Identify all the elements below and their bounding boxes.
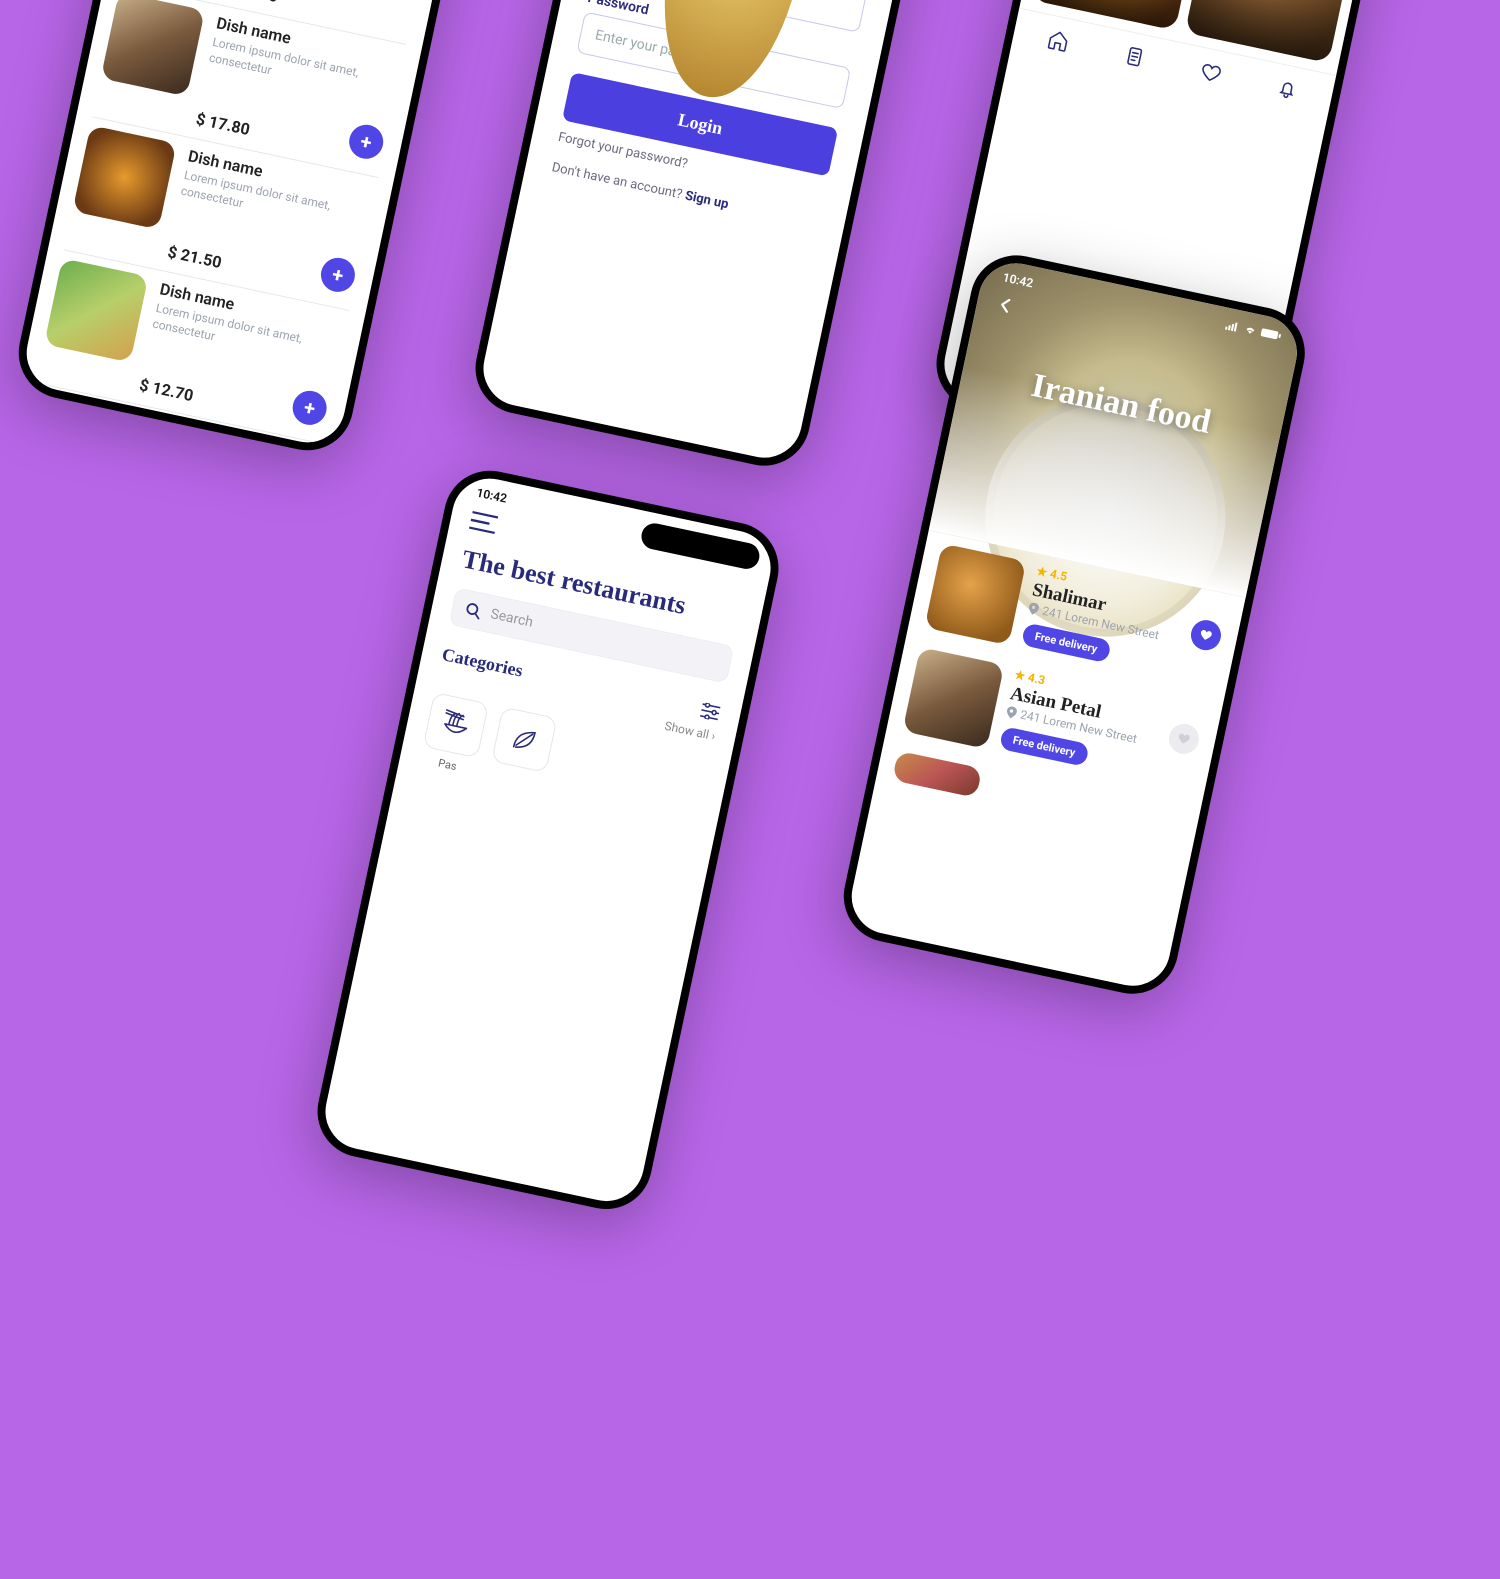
pin-icon <box>1006 706 1018 720</box>
dish-thumb <box>28 391 120 439</box>
search-placeholder: Search <box>489 606 534 631</box>
category-item[interactable]: Pas <box>419 692 489 777</box>
dish-name: Dish name <box>130 412 208 446</box>
hamburger-icon[interactable] <box>469 511 500 534</box>
restaurant-thumb <box>924 543 1026 645</box>
wifi-icon <box>1243 323 1259 336</box>
phone-home: 10:42 The best restaurants Search Catego… <box>309 462 787 1217</box>
signup-link[interactable]: Sign up <box>684 188 730 212</box>
bell-icon[interactable] <box>1274 76 1300 102</box>
show-all-link[interactable]: Show all › <box>663 719 716 743</box>
restaurant-thumb <box>892 751 982 798</box>
add-button[interactable]: + <box>279 439 319 459</box>
dish-thumb <box>44 258 148 362</box>
orders-icon[interactable] <box>1122 44 1148 70</box>
battery-icon <box>1260 327 1282 341</box>
pin-icon <box>1028 602 1040 616</box>
search-icon <box>464 601 483 620</box>
noodles-icon <box>423 692 489 758</box>
phone-cuisine: 10:42 Iranian food ★ 4.5 Shalimar 241 Lo… <box>835 247 1313 1002</box>
phone-login: Hello again! Email Enter your email Pass… <box>467 0 945 474</box>
phone-menu: Menu Starters Appetizers Main Course De … <box>10 0 488 459</box>
dish-thumb <box>72 125 176 229</box>
dish-thumb <box>101 0 205 96</box>
status-time: 10:42 <box>1002 270 1035 290</box>
favorite-button[interactable] <box>1166 721 1202 757</box>
status-time: 10:42 <box>475 486 508 506</box>
dish-list: Dish name Lorem ipsum dolor sit amet, co… <box>11 0 450 459</box>
heart-icon[interactable] <box>1198 60 1224 86</box>
category-item[interactable] <box>487 707 557 792</box>
filter-icon[interactable] <box>699 701 722 721</box>
favorite-button[interactable] <box>1188 617 1224 653</box>
signal-icon <box>1225 320 1241 333</box>
leaf-icon <box>491 707 557 773</box>
home-icon[interactable] <box>1045 27 1071 53</box>
restaurant-thumb <box>902 647 1004 749</box>
back-icon[interactable] <box>993 293 1017 317</box>
